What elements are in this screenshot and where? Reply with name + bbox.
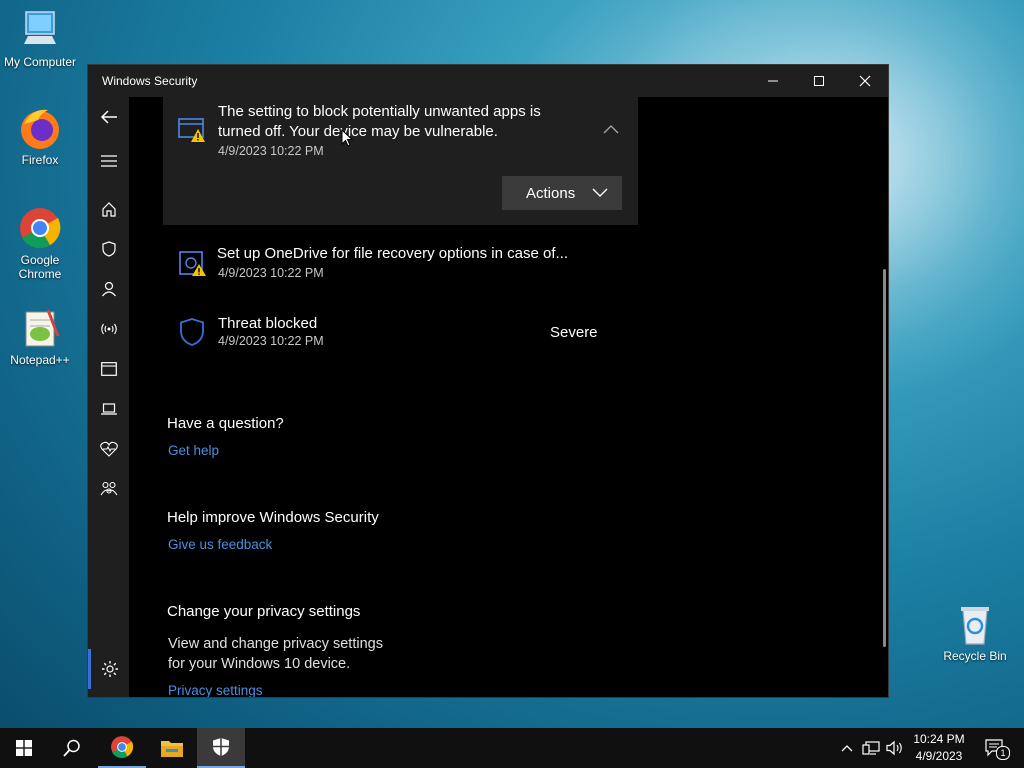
give-feedback-link[interactable]: Give us feedback [168,537,272,552]
start-button[interactable] [0,728,48,768]
taskbar-clock[interactable]: 10:24 PM 4/9/2023 [902,731,976,765]
desktop-icon-firefox[interactable]: Firefox [0,106,80,167]
main-content: The setting to block potentially unwante… [129,97,888,697]
get-help-link[interactable]: Get help [168,443,219,458]
taskbar: 10:24 PM 4/9/2023 1 [0,728,1024,768]
desktop-icon-label: My Computer [3,55,77,69]
severity-label: Severe [550,324,598,341]
maximize-button[interactable] [796,65,842,97]
close-icon [859,75,871,87]
desktop-icon-recycle-bin[interactable]: Recycle Bin [935,602,1015,663]
close-button[interactable] [842,65,888,97]
privacy-heading: Change your privacy settings [167,603,361,620]
sidebar-item-family-options[interactable] [88,469,129,509]
sidebar-item-device-performance[interactable] [88,429,129,469]
desktop-icon-notepadpp[interactable]: Notepad++ [0,306,80,367]
title-bar[interactable]: Windows Security [88,65,888,97]
gear-icon [102,661,118,677]
action-center-button[interactable]: 1 [980,728,1010,768]
backup-warning-icon [179,251,206,276]
taskbar-file-explorer[interactable] [148,728,196,768]
notification-title: Threat blocked [218,315,318,332]
desktop-icon-chrome[interactable]: Google Chrome [0,206,80,281]
window-title: Windows Security [102,74,198,88]
hamburger-icon [100,155,117,167]
actions-button[interactable]: Actions [502,176,622,210]
sidebar-item-app-browser-control[interactable] [88,349,129,389]
shield-icon [180,318,204,346]
feedback-heading: Help improve Windows Security [167,509,379,526]
taskbar-windows-security[interactable] [197,728,245,768]
collapse-button[interactable] [603,121,619,139]
scrollbar-thumb[interactable] [883,269,886,647]
notification-card-onedrive[interactable]: Set up OneDrive for file recovery option… [163,239,638,293]
desktop-icon-label: Firefox [21,153,59,167]
sidebar-item-virus-protection[interactable] [88,229,129,269]
notification-date: 4/9/2023 10:22 PM [218,144,324,158]
chrome-icon [18,206,62,250]
show-hidden-icons-button[interactable] [838,728,856,768]
sidebar-item-home[interactable] [88,189,129,229]
maximize-icon [814,76,824,86]
minimize-button[interactable] [750,65,796,97]
desktop-icon-label: Recycle Bin [943,649,1007,663]
family-icon [100,481,117,496]
privacy-description-line: View and change privacy settings [168,636,383,652]
app-window-icon [100,362,117,376]
privacy-description-line: for your Windows 10 device. [168,656,351,672]
menu-button[interactable] [88,141,129,181]
navigation-sidebar [88,97,129,697]
back-arrow-icon [100,110,117,124]
sidebar-item-firewall-network[interactable] [88,309,129,349]
network-button[interactable] [860,728,882,768]
privacy-settings-link[interactable]: Privacy settings [168,683,263,697]
minimize-icon [768,80,778,82]
notification-count-badge: 1 [996,746,1010,760]
computer-icon [18,8,62,52]
desktop-icon-label: Google Chrome [18,253,62,281]
search-icon [63,739,80,757]
app-window-warning-icon [178,118,205,142]
notification-date: 4/9/2023 10:22 PM [218,334,324,348]
desktop-icon-label: Notepad++ [10,353,70,367]
shield-icon [101,241,116,257]
notification-card-pua[interactable]: The setting to block potentially unwante… [163,97,638,225]
notification-title: The setting to block potentially unwante… [218,103,541,140]
sidebar-item-account-protection[interactable] [88,269,129,309]
chevron-down-icon [592,188,608,197]
person-icon [101,281,116,297]
chevron-up-icon [841,745,853,752]
notification-title: Set up OneDrive for file recovery option… [217,245,568,262]
heart-pulse-icon [99,441,118,457]
notification-card-threat-blocked[interactable]: Threat blocked 4/9/2023 10:22 PM Severe [163,309,638,365]
clock-time: 10:24 PM [913,732,965,746]
actions-label: Actions [526,184,576,202]
notification-date: 4/9/2023 10:22 PM [218,266,324,280]
mouse-cursor-icon [341,129,353,147]
network-wired-icon [862,741,880,755]
firefox-icon [18,106,62,150]
sidebar-item-device-security[interactable] [88,389,129,429]
chrome-icon [111,736,134,758]
recycle-bin-icon [953,602,997,646]
chevron-up-icon [603,125,619,134]
windows-logo-icon [16,740,32,756]
notepad-plus-plus-icon [18,306,62,350]
windows-security-window: Windows Security The setting to block po… [88,65,888,697]
home-icon [101,202,116,217]
back-button[interactable] [88,97,129,137]
privacy-description: View and change privacy settings for you… [168,634,383,674]
laptop-icon [100,403,117,415]
sidebar-item-settings[interactable] [88,649,129,689]
folder-icon [161,741,183,757]
help-heading: Have a question? [167,415,284,432]
network-signal-icon [100,323,117,335]
taskbar-chrome[interactable] [98,728,146,768]
search-button[interactable] [48,728,96,768]
clock-date: 4/9/2023 [915,749,963,763]
shield-icon [213,738,229,756]
desktop-icon-my-computer[interactable]: My Computer [0,8,80,69]
